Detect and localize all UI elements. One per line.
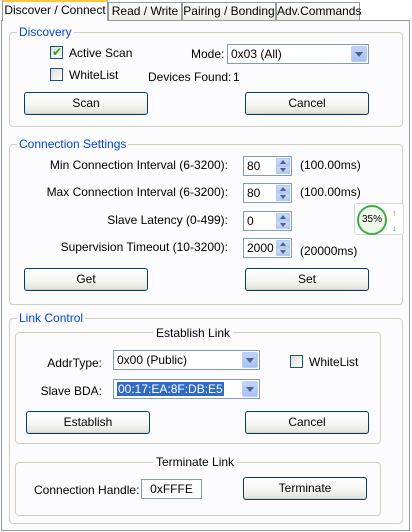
discovery-title: Discovery: [17, 25, 74, 39]
spin-down-icon[interactable]: [276, 248, 290, 256]
spin-down-icon[interactable]: [276, 221, 290, 229]
progress-widget: 35% ↑ ↓: [354, 203, 404, 235]
slave-latency-label: Slave Latency (0-499):: [107, 213, 228, 227]
max-interval-spinner[interactable]: 80: [243, 183, 292, 203]
progress-ring: 35%: [357, 205, 387, 235]
tab-read-write[interactable]: Read / Write: [108, 2, 182, 20]
terminate-button[interactable]: Terminate: [243, 477, 367, 500]
slave-latency-spinner[interactable]: 0: [243, 211, 292, 231]
spin-up-icon[interactable]: [276, 185, 290, 193]
mode-value: 0x03 (All): [231, 47, 282, 61]
addr-type-dropdown[interactable]: 0x00 (Public): [113, 350, 260, 370]
min-interval-label: Min Connection Interval (6-3200):: [49, 158, 228, 172]
link-whitelist-checkbox[interactable]: [290, 355, 303, 368]
slave-latency-value: 0: [247, 214, 254, 228]
spin-up-icon[interactable]: [276, 213, 290, 221]
establish-button[interactable]: Establish: [26, 411, 150, 434]
min-interval-ms: (100.00ms): [300, 158, 361, 172]
get-button[interactable]: Get: [24, 268, 148, 291]
min-interval-value: 80: [247, 159, 261, 173]
devices-found-label: Devices Found:: [148, 70, 232, 84]
mode-dropdown[interactable]: 0x03 (All): [227, 44, 369, 64]
spin-down-icon[interactable]: [276, 166, 290, 174]
terminate-link-title: Terminate Link: [153, 455, 238, 469]
connection-handle-label: Connection Handle:: [34, 483, 140, 497]
spin-down-icon[interactable]: [276, 193, 290, 201]
active-scan-label: Active Scan: [69, 46, 133, 60]
max-interval-value: 80: [247, 186, 261, 200]
spin-up-icon[interactable]: [276, 158, 290, 166]
active-scan-checkbox[interactable]: ✔: [50, 45, 63, 59]
link-control-title: Link Control: [17, 311, 86, 325]
connection-handle-input[interactable]: 0xFFFE: [141, 479, 202, 499]
chevron-down-icon[interactable]: [351, 46, 367, 62]
checkmark-icon: ✔: [52, 45, 63, 59]
tab-pairing-bonding[interactable]: Pairing / Bonding: [182, 2, 276, 20]
connection-settings-title: Connection Settings: [17, 137, 129, 151]
chevron-down-icon[interactable]: [242, 381, 258, 397]
max-interval-label: Max Connection Interval (6-3200):: [46, 185, 228, 199]
establish-link-title: Establish Link: [153, 326, 234, 340]
cancel-link-button[interactable]: Cancel: [245, 411, 369, 434]
link-whitelist-label: WhiteList: [309, 355, 359, 369]
max-interval-ms: (100.00ms): [300, 185, 361, 199]
supervision-timeout-spinner[interactable]: 2000: [243, 238, 292, 258]
slave-bda-label: Slave BDA:: [40, 384, 102, 398]
mode-label: Mode:: [191, 47, 225, 61]
arrow-down-icon: ↓: [392, 223, 397, 233]
slave-bda-value: 00:17:EA:8F:DB:E5: [117, 382, 224, 396]
tab-adv-commands[interactable]: Adv.Commands: [276, 2, 361, 20]
whitelist-label: WhiteList: [69, 68, 119, 82]
addr-type-value: 0x00 (Public): [117, 353, 188, 367]
tab-bar: Discover / Connect Read / Write Pairing …: [0, 0, 412, 21]
supervision-timeout-value: 2000: [247, 241, 274, 255]
cancel-scan-button[interactable]: Cancel: [245, 92, 369, 115]
arrow-up-icon: ↑: [392, 208, 397, 218]
set-button[interactable]: Set: [245, 268, 369, 291]
chevron-down-icon[interactable]: [242, 352, 258, 368]
min-interval-spinner[interactable]: 80: [243, 156, 292, 176]
slave-bda-dropdown[interactable]: 00:17:EA:8F:DB:E5: [113, 379, 260, 399]
devices-found-value: 1: [233, 70, 240, 84]
supervision-timeout-ms: (20000ms): [300, 244, 358, 258]
addr-type-label: AddrType:: [47, 356, 102, 370]
supervision-timeout-label: Supervision Timeout (10-3200):: [60, 240, 228, 254]
scan-button[interactable]: Scan: [24, 92, 148, 115]
spin-up-icon[interactable]: [276, 240, 290, 248]
whitelist-checkbox[interactable]: [50, 68, 63, 81]
tab-discover-connect[interactable]: Discover / Connect: [2, 0, 108, 21]
